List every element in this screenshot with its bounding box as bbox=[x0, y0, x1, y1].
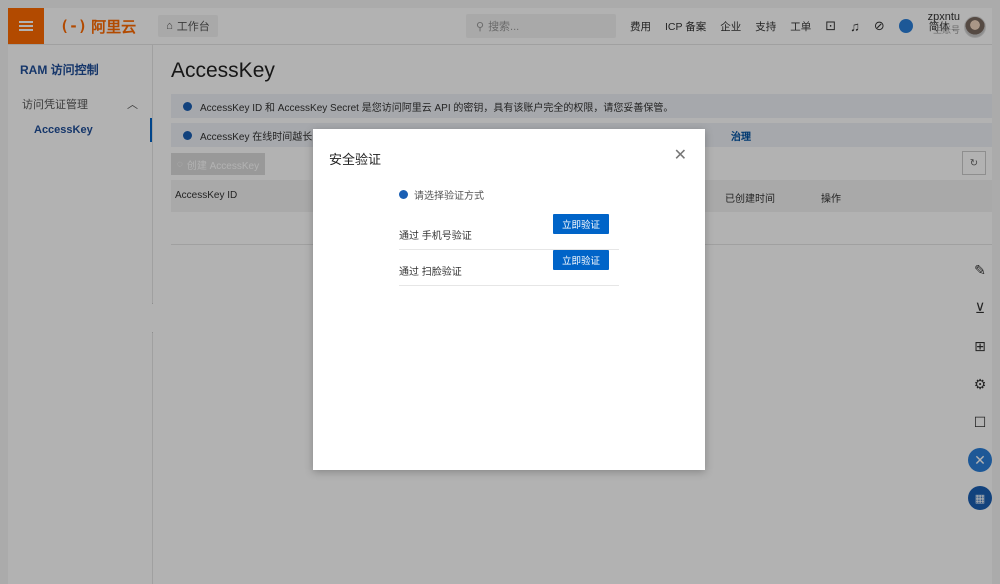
verify-phone-button[interactable]: 立即验证 bbox=[553, 214, 609, 234]
dialog-title: 安全验证 bbox=[329, 152, 382, 167]
verify-option-label: 通过 手机号验证 bbox=[399, 231, 472, 242]
security-verification-dialog: 安全验证 ✕ 请选择验证方式 通过 手机号验证 立即验证 通过 扫脸验证 立即验… bbox=[313, 129, 705, 470]
verify-face-button[interactable]: 立即验证 bbox=[553, 250, 609, 270]
info-icon bbox=[399, 190, 408, 199]
dialog-hint-text: 请选择验证方式 bbox=[414, 191, 484, 202]
verify-option-label: 通过 扫脸验证 bbox=[399, 267, 462, 278]
verify-option-phone: 通过 手机号验证 立即验证 bbox=[399, 213, 619, 250]
dialog-hint: 请选择验证方式 bbox=[399, 187, 484, 202]
close-icon[interactable]: ✕ bbox=[674, 145, 687, 165]
verify-option-face: 通过 扫脸验证 立即验证 bbox=[399, 249, 619, 286]
